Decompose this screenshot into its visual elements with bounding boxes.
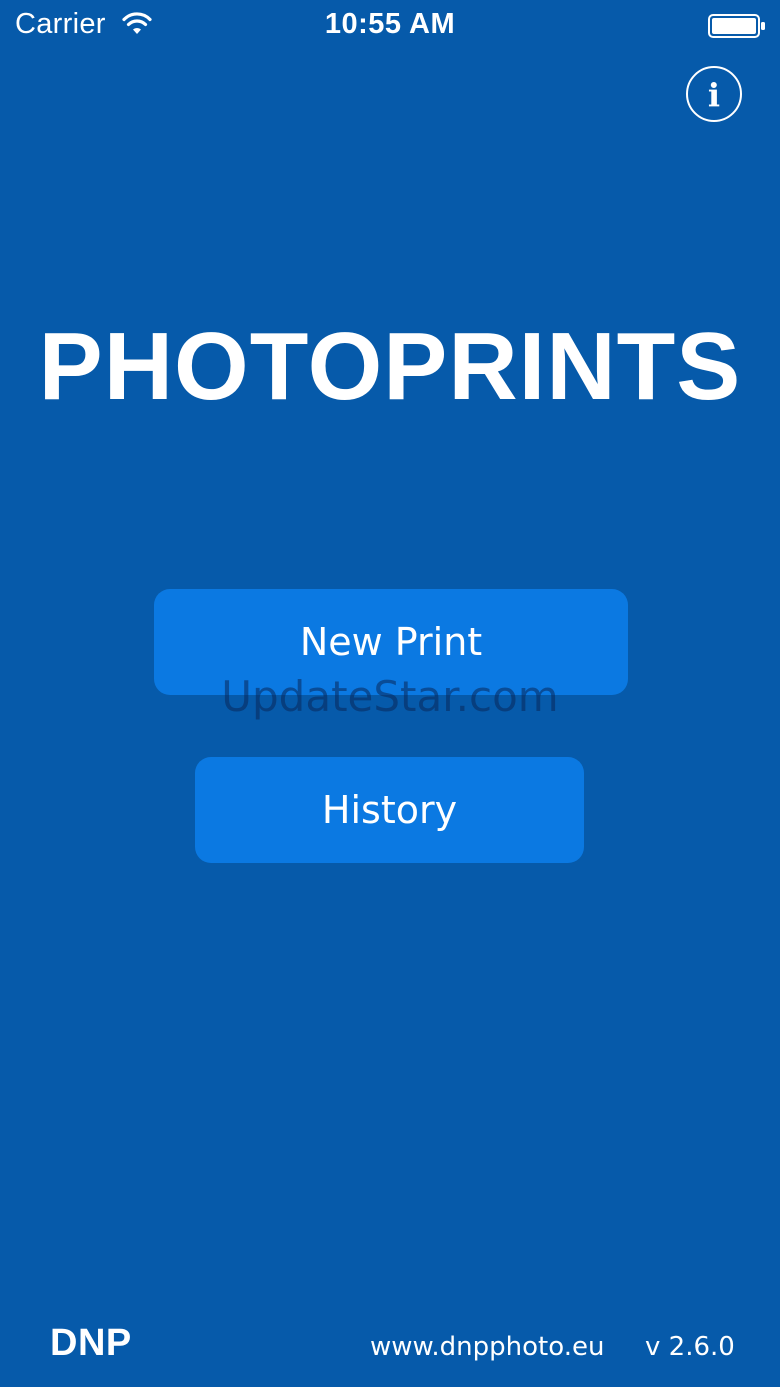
- history-button[interactable]: History: [195, 757, 584, 863]
- status-bar: Carrier 10:55 AM: [0, 0, 780, 56]
- new-print-button[interactable]: New Print: [154, 589, 628, 695]
- info-glyph: i: [707, 76, 721, 114]
- app-title: PHOTOPRINTS: [38, 313, 742, 420]
- website-link[interactable]: www.dnpphoto.eu: [370, 1332, 604, 1362]
- battery-full-icon: [708, 14, 766, 38]
- new-print-label: New Print: [299, 620, 483, 664]
- info-icon[interactable]: i: [686, 66, 742, 122]
- status-time: 10:55 AM: [324, 8, 456, 40]
- version-label: v 2.6.0: [645, 1332, 735, 1362]
- app-screen: Carrier 10:55 AM i PHOTOPRINTS New Print…: [0, 0, 780, 1387]
- brand-logo: DNP: [50, 1322, 132, 1364]
- history-label: History: [321, 788, 458, 832]
